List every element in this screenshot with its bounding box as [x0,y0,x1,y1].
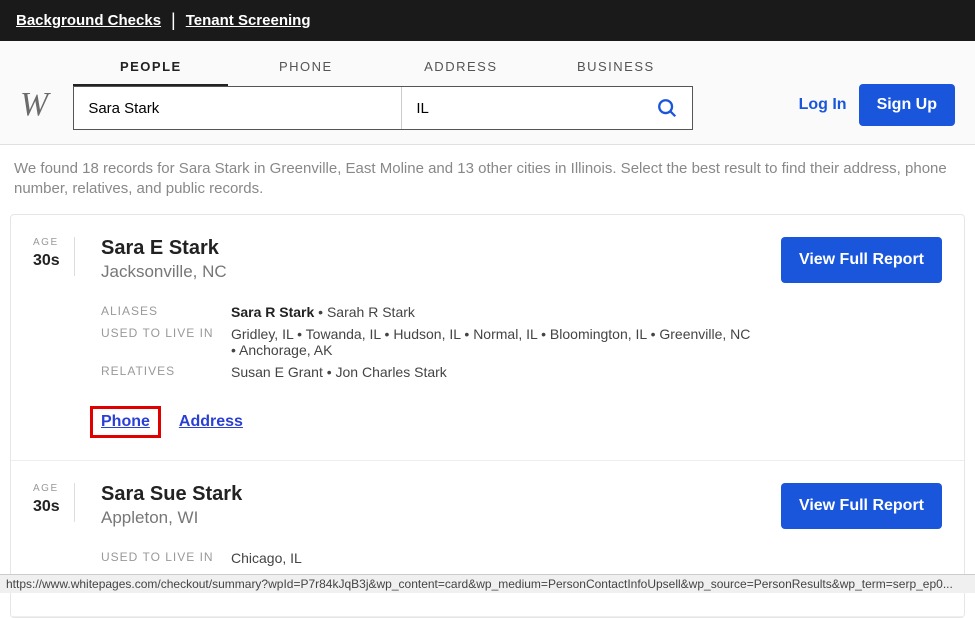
search-box [73,86,693,130]
person-name[interactable]: Sara Sue Stark [101,483,755,506]
address-link[interactable]: Address [179,413,243,431]
age-value: 30s [33,250,75,276]
results-summary: We found 18 records for Sara Stark in Gr… [0,145,975,214]
search-icon [656,97,678,119]
aliases-label: ALIASES [101,304,231,320]
aliases-value: Sara R Stark • Sarah R Stark [231,304,415,320]
relatives-row: RELATIVES Susan E Grant • Jon Charles St… [101,364,755,380]
auth-actions: Log In Sign Up [799,84,955,126]
usedto-row: USED TO LIVE IN Chicago, IL [101,550,755,566]
phone-link-highlight: Phone [90,406,161,438]
result-card: AGE 30s Sara E Stark Jacksonville, NC AL… [11,215,964,461]
header: W PEOPLE PHONE ADDRESS BUSINESS Log In S… [0,41,975,145]
view-full-report-button[interactable]: View Full Report [781,237,942,283]
nav-divider: | [171,10,176,31]
tab-people[interactable]: PEOPLE [73,49,228,86]
search-tabs: PEOPLE PHONE ADDRESS BUSINESS [73,49,693,86]
tab-phone[interactable]: PHONE [228,49,383,86]
tab-address[interactable]: ADDRESS [383,49,538,86]
top-nav: Background Checks | Tenant Screening [0,0,975,41]
usedto-label: USED TO LIVE IN [101,550,231,566]
search-location-input[interactable] [402,87,642,129]
aliases-row: ALIASES Sara R Stark • Sarah R Stark [101,304,755,320]
age-label: AGE [33,483,75,496]
usedto-value: Gridley, IL • Towanda, IL • Hudson, IL •… [231,326,755,358]
age-label: AGE [33,237,75,250]
relatives-label: RELATIVES [101,364,231,380]
signup-button[interactable]: Sign Up [859,84,955,126]
usedto-row: USED TO LIVE IN Gridley, IL • Towanda, I… [101,326,755,358]
tenant-screening-link[interactable]: Tenant Screening [186,12,311,29]
age-column: AGE 30s [33,237,75,438]
usedto-value: Chicago, IL [231,550,302,566]
background-checks-link[interactable]: Background Checks [16,12,161,29]
login-link[interactable]: Log In [799,96,847,114]
result-links: Phone Address [101,406,755,438]
search-column: PEOPLE PHONE ADDRESS BUSINESS [73,49,693,130]
tab-business[interactable]: BUSINESS [538,49,693,86]
search-button[interactable] [642,87,692,129]
usedto-label: USED TO LIVE IN [101,326,231,358]
result-info: Sara E Stark Jacksonville, NC ALIASES Sa… [101,237,755,438]
status-bar: https://www.whitepages.com/checkout/summ… [0,574,975,593]
logo[interactable]: W [20,86,45,124]
relatives-value: Susan E Grant • Jon Charles Stark [231,364,447,380]
search-name-input[interactable] [74,87,402,129]
result-card: AGE 30s Sara Sue Stark Appleton, WI USED… [11,461,964,617]
view-full-report-button[interactable]: View Full Report [781,483,942,529]
results-list: AGE 30s Sara E Stark Jacksonville, NC AL… [10,214,965,618]
phone-link[interactable]: Phone [101,413,150,430]
person-name[interactable]: Sara E Stark [101,237,755,260]
person-location: Appleton, WI [101,508,755,528]
age-value: 30s [33,496,75,522]
result-action: View Full Report [781,237,942,438]
person-location: Jacksonville, NC [101,262,755,282]
